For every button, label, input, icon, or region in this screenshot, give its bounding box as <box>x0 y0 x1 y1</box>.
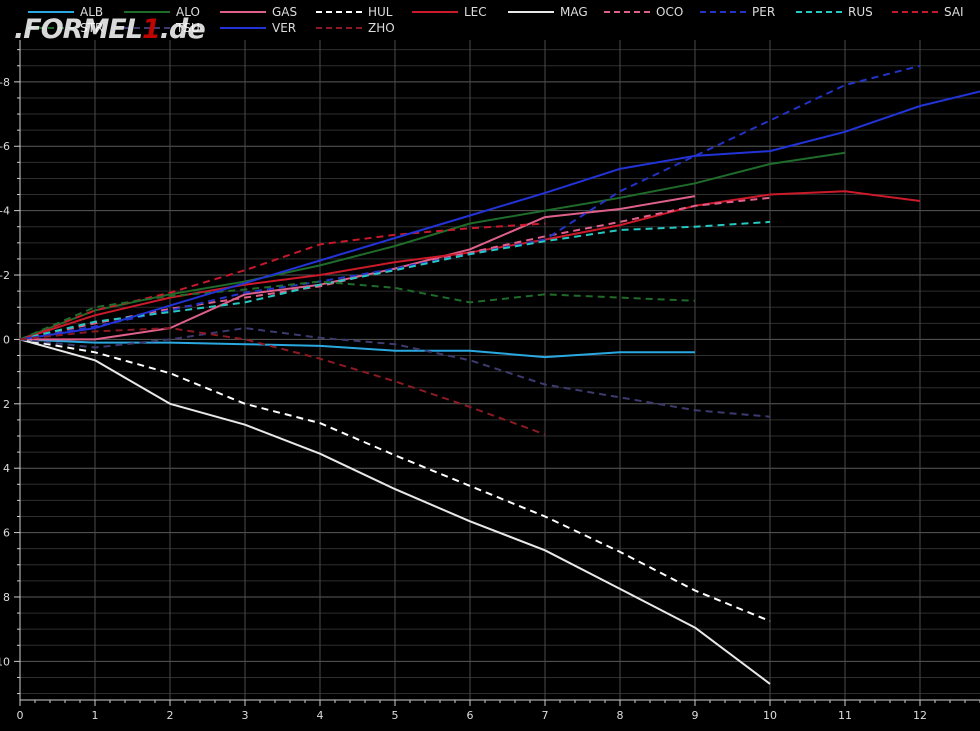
series-line-alb <box>19 338 695 359</box>
x-tick-label: 11 <box>838 709 852 722</box>
y-tick-label: 6 <box>3 527 10 540</box>
x-tick-label: 8 <box>617 709 624 722</box>
legend-label-ver: VER <box>272 21 296 35</box>
legend-label-zho: ZHO <box>368 21 395 35</box>
y-tick-label: 0 <box>3 333 10 346</box>
legend-label-gas: GAS <box>272 5 297 19</box>
axes: 0123456789101112-8-6-4-20246810 <box>0 40 980 722</box>
legend-label-sai: SAI <box>944 5 964 19</box>
x-tick-label: 3 <box>242 709 249 722</box>
legend-label-mag: MAG <box>560 5 588 19</box>
series-line-zho <box>19 327 546 436</box>
x-tick-label: 9 <box>692 709 699 722</box>
y-tick-label: -2 <box>0 269 10 282</box>
x-tick-label: 1 <box>92 709 99 722</box>
series-line-alo <box>19 151 846 341</box>
x-tick-label: 10 <box>763 709 777 722</box>
y-tick-label: 2 <box>3 398 10 411</box>
x-tick-label: 4 <box>317 709 324 722</box>
x-tick-label: 2 <box>167 709 174 722</box>
lap-chart: 0123456789101112-8-6-4-20246810 ALBALOGA… <box>0 5 980 722</box>
x-tick-label: 12 <box>913 709 927 722</box>
legend-label-per: PER <box>752 5 775 19</box>
legend-label-rus: RUS <box>848 5 873 19</box>
y-tick-label: -8 <box>0 76 10 89</box>
x-tick-label: 7 <box>542 709 549 722</box>
x-tick-label: 6 <box>467 709 474 722</box>
legend-label-lec: LEC <box>464 5 487 19</box>
y-tick-label: 8 <box>3 591 10 604</box>
legend-label-oco: OCO <box>656 5 683 19</box>
formel1-logo: .FORMEL1.de <box>14 14 206 45</box>
series-line-sai <box>19 222 546 341</box>
y-tick-label: -6 <box>0 140 10 153</box>
y-tick-label: 10 <box>0 655 10 668</box>
legend-label-hul: HUL <box>368 5 393 19</box>
x-tick-label: 5 <box>392 709 399 722</box>
series-lines <box>19 64 980 685</box>
y-tick-label: 4 <box>3 462 10 475</box>
series-line-ver <box>19 90 980 341</box>
y-tick-label: -4 <box>0 205 10 218</box>
x-tick-label: 0 <box>17 709 24 722</box>
